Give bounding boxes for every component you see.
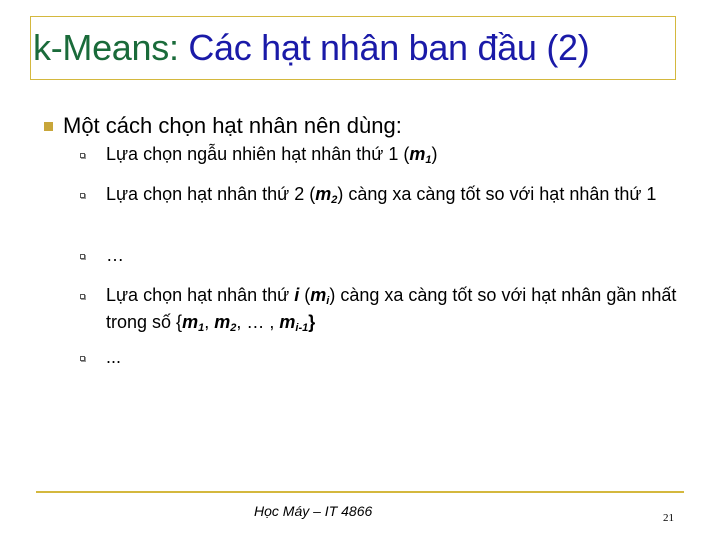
page-number: 21 xyxy=(663,512,674,524)
sub-bullet-text: Lựa chọn ngẫu nhiên hạt nhân thứ 1 (m1) xyxy=(106,144,680,171)
math-var: m xyxy=(279,312,296,332)
hollow-square-bullet-icon xyxy=(80,193,85,198)
math-var: m xyxy=(315,184,332,204)
title-box: k-Means: Các hạt nhân ban đầu (2) xyxy=(30,16,676,80)
sub-bullet-5: ... xyxy=(80,347,680,368)
sub-bullet-1: Lựa chọn ngẫu nhiên hạt nhân thứ 1 (m1) xyxy=(80,144,680,171)
math-var: m xyxy=(214,312,231,332)
hollow-square-bullet-icon xyxy=(80,294,85,299)
text-segment: ( xyxy=(299,285,311,305)
text-segment: Lựa chọn hạt nhân thứ xyxy=(106,285,295,305)
main-bullet: Một cách chọn hạt nhân nên dùng: xyxy=(44,113,402,139)
hollow-square-bullet-icon xyxy=(80,254,85,259)
math-var: m xyxy=(182,312,199,332)
main-bullet-text: Một cách chọn hạt nhân nên dùng: xyxy=(63,113,402,138)
title-main: Các hạt nhân ban đầu (2) xyxy=(188,27,590,68)
text-segment: ) càng xa càng tốt so với hạt nhân thứ 1 xyxy=(337,184,657,204)
sub-bullet-text: ... xyxy=(106,347,122,367)
sub-bullet-3: … xyxy=(80,245,680,266)
slide-title: k-Means: Các hạt nhân ban đầu (2) xyxy=(33,27,590,69)
text-segment: Lựa chọn ngẫu nhiên hạt nhân thứ 1 ( xyxy=(106,144,410,164)
hollow-square-bullet-icon xyxy=(80,153,85,158)
text-segment: , xyxy=(204,312,215,332)
text-segment: } xyxy=(308,312,316,332)
sub-bullet-2: Lựa chọn hạt nhân thứ 2 (m2) càng xa càn… xyxy=(80,184,680,211)
math-sub: i-1 xyxy=(295,322,309,334)
hollow-square-bullet-icon xyxy=(80,356,85,361)
text-segment: ) xyxy=(431,144,438,164)
sub-bullet-4: Lựa chọn hạt nhân thứ i (mi) càng xa càn… xyxy=(80,285,680,339)
text-segment: Lựa chọn hạt nhân thứ 2 ( xyxy=(106,184,316,204)
sub-bullet-text: Lựa chọn hạt nhân thứ i (mi) càng xa càn… xyxy=(106,285,680,339)
square-bullet-icon xyxy=(44,122,53,131)
title-prefix: k-Means: xyxy=(33,27,189,68)
text-segment: , … , xyxy=(236,312,280,332)
footer-text: Học Máy – IT 4866 xyxy=(254,503,373,519)
footer-divider xyxy=(36,491,684,493)
math-var: m xyxy=(310,285,327,305)
sub-bullet-text: … xyxy=(106,245,124,265)
math-var: m xyxy=(409,144,426,164)
sub-bullet-text: Lựa chọn hạt nhân thứ 2 (m2) càng xa càn… xyxy=(106,184,680,211)
